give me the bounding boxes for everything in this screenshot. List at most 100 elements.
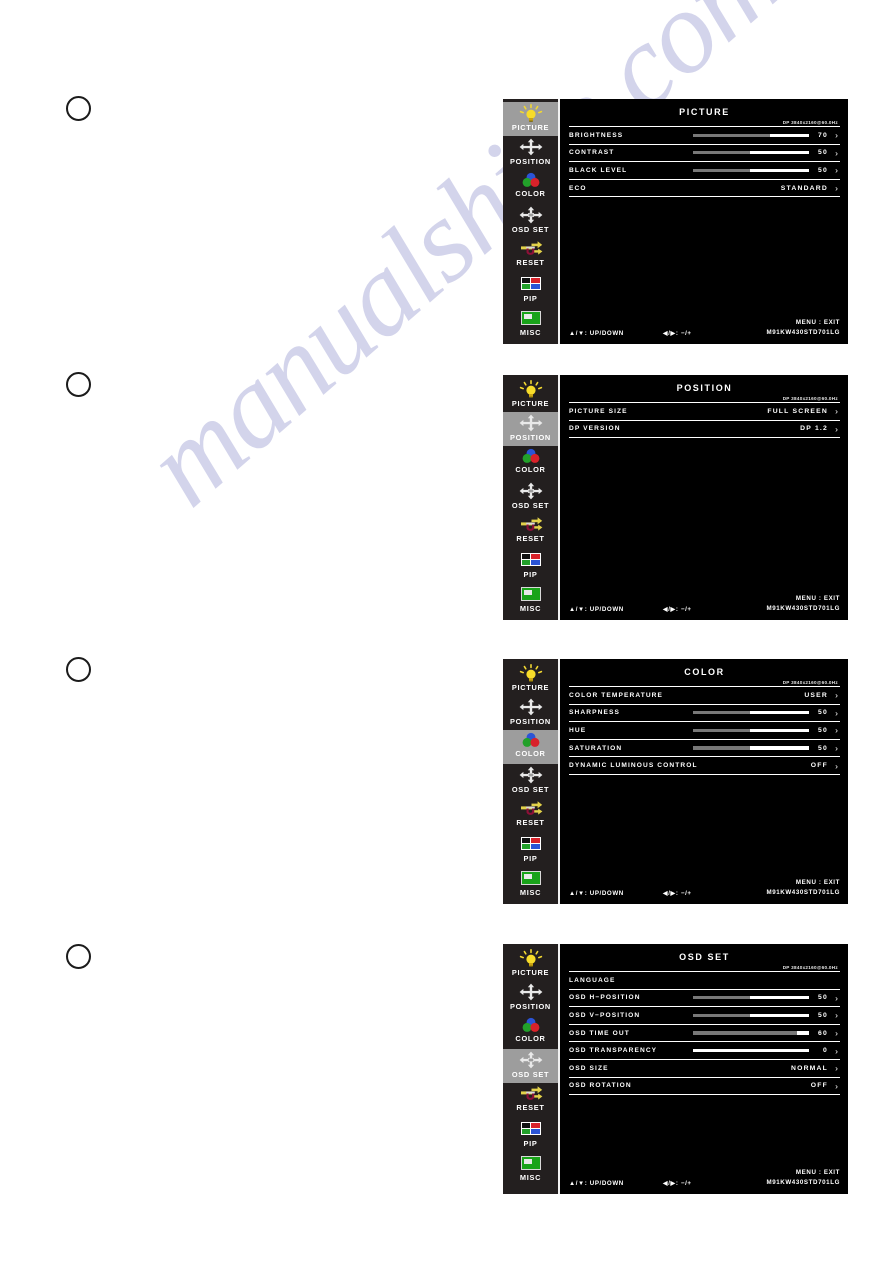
menu-row-slider[interactable]: [693, 728, 809, 733]
sidebar-item-osd-set[interactable]: OSD SET: [503, 204, 558, 238]
pip-grid-icon: [516, 834, 546, 853]
chevron-right-icon[interactable]: ›: [833, 761, 840, 770]
sidebar-item-picture[interactable]: PICTURE: [503, 947, 558, 981]
sidebar-item-misc[interactable]: MISC: [503, 306, 558, 340]
menu-row[interactable]: BRIGHTNESS 70 ›: [569, 127, 840, 145]
chevron-right-icon[interactable]: ›: [833, 1082, 840, 1091]
menu-row-value: 70: [818, 131, 828, 139]
footer-updown-hint: ▲/▼: UP/DOWN: [569, 330, 624, 337]
menu-row-label: SATURATION: [569, 744, 623, 752]
sidebar-item-position[interactable]: POSITION: [503, 136, 558, 170]
sidebar-item-pip[interactable]: PIP: [503, 832, 558, 866]
menu-row-slider[interactable]: [693, 1013, 809, 1018]
chevron-right-icon[interactable]: ›: [833, 726, 840, 735]
sidebar-item-label: RESET: [516, 1103, 545, 1112]
menu-row[interactable]: BLACK LEVEL 50 ›: [569, 162, 840, 180]
sidebar-item-position[interactable]: POSITION: [503, 696, 558, 730]
chevron-right-icon[interactable]: ›: [833, 407, 840, 416]
sidebar-item-pip[interactable]: PIP: [503, 272, 558, 306]
menu-row-slider[interactable]: [693, 996, 809, 1000]
menu-row-slider[interactable]: [693, 1031, 809, 1035]
menu-row[interactable]: PICTURE SIZE FULL SCREEN ›: [569, 403, 840, 421]
chevron-right-icon[interactable]: ›: [833, 744, 840, 753]
sidebar-item-picture[interactable]: PICTURE: [503, 662, 558, 696]
sidebar-item-reset[interactable]: RESET: [503, 798, 558, 832]
chevron-right-icon[interactable]: ›: [833, 1064, 840, 1073]
menu-row-slider[interactable]: [693, 168, 809, 173]
four-way-arrows-osd-icon: [519, 1051, 543, 1069]
menu-row[interactable]: LANGUAGE: [569, 972, 840, 990]
chevron-right-icon[interactable]: ›: [833, 149, 840, 158]
menu-row[interactable]: COLOR TEMPERATURE USER ›: [569, 687, 840, 705]
sidebar-item-misc[interactable]: MISC: [503, 866, 558, 900]
menu-row-value: FULL SCREEN: [767, 407, 828, 415]
sidebar-item-pip[interactable]: PIP: [503, 1117, 558, 1151]
rgb-circles-icon: [520, 1017, 542, 1033]
menu-row[interactable]: OSD TRANSPARENCY 0 ›: [569, 1042, 840, 1060]
sidebar-item-label: OSD SET: [511, 1070, 550, 1079]
chevron-right-icon[interactable]: ›: [833, 994, 840, 1003]
sidebar-item-label: MISC: [519, 328, 542, 337]
osd-sidebar: PICTURE POSITION COLOR OSD SET RESET PIP MISC: [503, 375, 560, 620]
menu-row[interactable]: OSD H−POSITION 50 ›: [569, 990, 840, 1008]
sidebar-item-color[interactable]: COLOR: [503, 730, 558, 764]
menu-row[interactable]: DYNAMIC LUMINOUS CONTROL OFF ›: [569, 757, 840, 775]
sidebar-item-label: COLOR: [515, 749, 546, 758]
menu-row[interactable]: SHARPNESS 50 ›: [569, 705, 840, 723]
menu-row[interactable]: OSD TIME OUT 60 ›: [569, 1025, 840, 1043]
sidebar-item-picture[interactable]: PICTURE: [503, 102, 558, 136]
sidebar-item-color[interactable]: COLOR: [503, 170, 558, 204]
menu-row[interactable]: OSD SIZE NORMAL ›: [569, 1060, 840, 1078]
menu-row-slider[interactable]: [693, 746, 809, 750]
chevron-right-icon[interactable]: ›: [833, 1029, 840, 1038]
chevron-right-icon[interactable]: ›: [833, 1046, 840, 1055]
osd-footer: ▲/▼: UP/DOWN ◀/▶: −/+ MENU : EXIT M91KW430S…: [569, 318, 840, 337]
chevron-right-icon[interactable]: ›: [833, 425, 840, 434]
pip-grid-icon: [516, 274, 546, 293]
menu-row[interactable]: OSD V−POSITION 50 ›: [569, 1007, 840, 1025]
sidebar-item-misc[interactable]: MISC: [503, 1151, 558, 1185]
menu-row-label: PICTURE SIZE: [569, 407, 628, 415]
sidebar-item-position[interactable]: POSITION: [503, 981, 558, 1015]
chevron-right-icon[interactable]: ›: [833, 709, 840, 718]
sidebar-item-pip[interactable]: PIP: [503, 548, 558, 582]
sidebar-item-osd-set[interactable]: OSD SET: [503, 764, 558, 798]
sidebar-item-label: RESET: [516, 258, 545, 267]
osd-title: OSD SET: [679, 952, 730, 962]
menu-row[interactable]: SATURATION 50 ›: [569, 740, 840, 758]
rgb-circles-icon: [520, 172, 542, 188]
menu-row[interactable]: HUE 50 ›: [569, 722, 840, 740]
menu-row[interactable]: ECO STANDARD ›: [569, 180, 840, 198]
osd-title: COLOR: [684, 667, 725, 677]
chevron-right-icon[interactable]: ›: [833, 184, 840, 193]
menu-row-slider[interactable]: [693, 711, 809, 715]
sidebar-item-osd-set[interactable]: OSD SET: [503, 1049, 558, 1083]
chevron-right-icon[interactable]: ›: [833, 691, 840, 700]
menu-row-value: 50: [818, 744, 828, 752]
step-circle-4: [66, 944, 91, 969]
sidebar-item-picture[interactable]: PICTURE: [503, 378, 558, 412]
menu-row[interactable]: OSD ROTATION OFF ›: [569, 1078, 840, 1096]
sidebar-item-misc[interactable]: MISC: [503, 582, 558, 616]
resolution-label: DP 3840x2160@60.0Hz: [569, 396, 840, 403]
sidebar-item-color[interactable]: COLOR: [503, 1015, 558, 1049]
sidebar-item-color[interactable]: COLOR: [503, 446, 558, 480]
menu-row[interactable]: DP VERSION DP 1.2 ›: [569, 421, 840, 439]
menu-row-slider[interactable]: [693, 133, 809, 137]
chevron-right-icon[interactable]: ›: [833, 1011, 840, 1020]
resolution-label: DP 3840x2160@60.0Hz: [569, 965, 840, 972]
sidebar-item-position[interactable]: POSITION: [503, 412, 558, 446]
sidebar-item-reset[interactable]: RESET: [503, 514, 558, 548]
chevron-right-icon[interactable]: ›: [833, 166, 840, 175]
sidebar-item-reset[interactable]: RESET: [503, 238, 558, 272]
osd-footer: ▲/▼: UP/DOWN ◀/▶: −/+ MENU : EXIT M91KW430S…: [569, 1168, 840, 1187]
menu-row[interactable]: CONTRAST 50 ›: [569, 145, 840, 163]
menu-row-slider[interactable]: [693, 151, 809, 155]
resolution-label: DP 3840x2160@60.0Hz: [569, 680, 840, 687]
sidebar-item-reset[interactable]: RESET: [503, 1083, 558, 1117]
sidebar-item-osd-set[interactable]: OSD SET: [503, 480, 558, 514]
menu-row-value: 50: [818, 166, 828, 174]
menu-row-slider[interactable]: [693, 1049, 809, 1053]
osd-main: PICTURE DP 3840x2160@60.0Hz BRIGHTNESS 70 › C…: [560, 99, 848, 344]
chevron-right-icon[interactable]: ›: [833, 131, 840, 140]
